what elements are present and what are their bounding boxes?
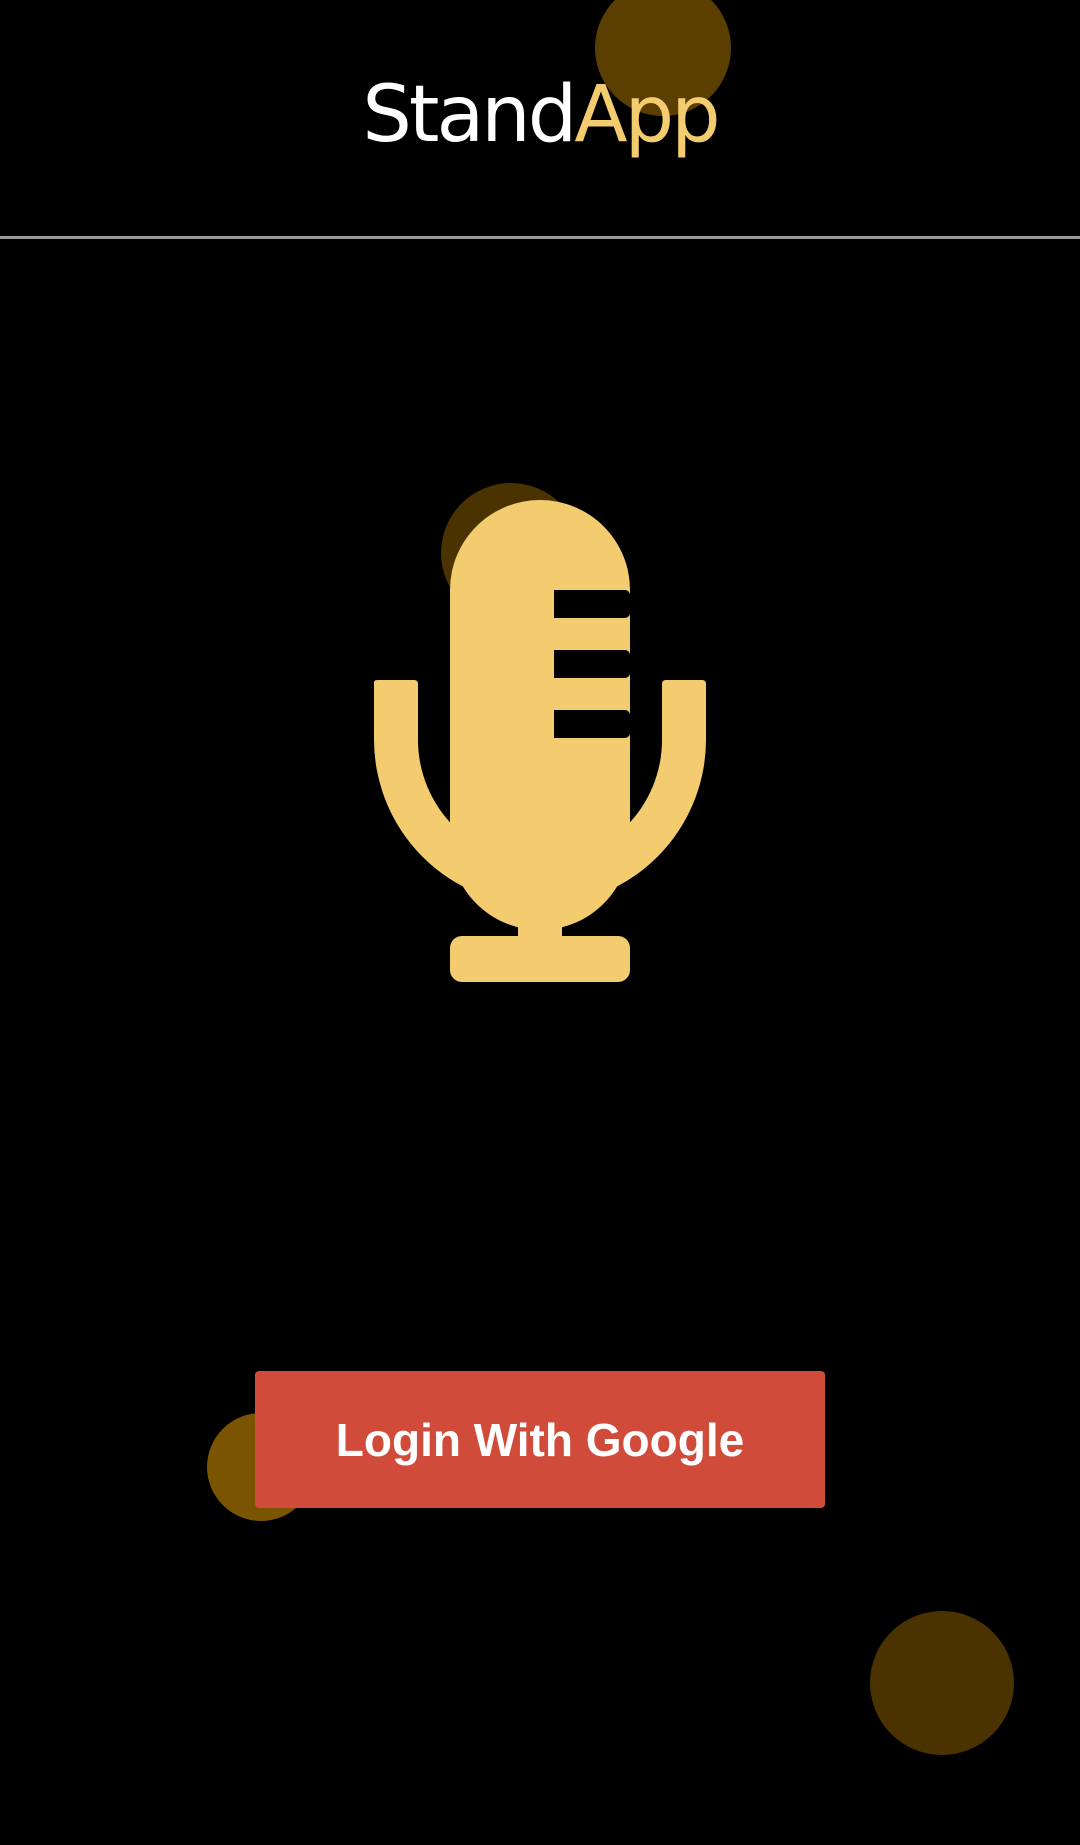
app-logo: StandApp — [0, 60, 1080, 170]
logo-text-stand: Stand — [362, 70, 577, 160]
microphone-icon — [374, 500, 706, 982]
login-screen: StandApp Login With Google — [0, 0, 1080, 1845]
decorative-circle — [870, 1611, 1014, 1755]
logo-text-app: App — [574, 70, 720, 160]
app-header: StandApp — [0, 0, 1080, 237]
header-divider — [0, 236, 1080, 239]
login-with-google-button[interactable]: Login With Google — [255, 1371, 825, 1508]
